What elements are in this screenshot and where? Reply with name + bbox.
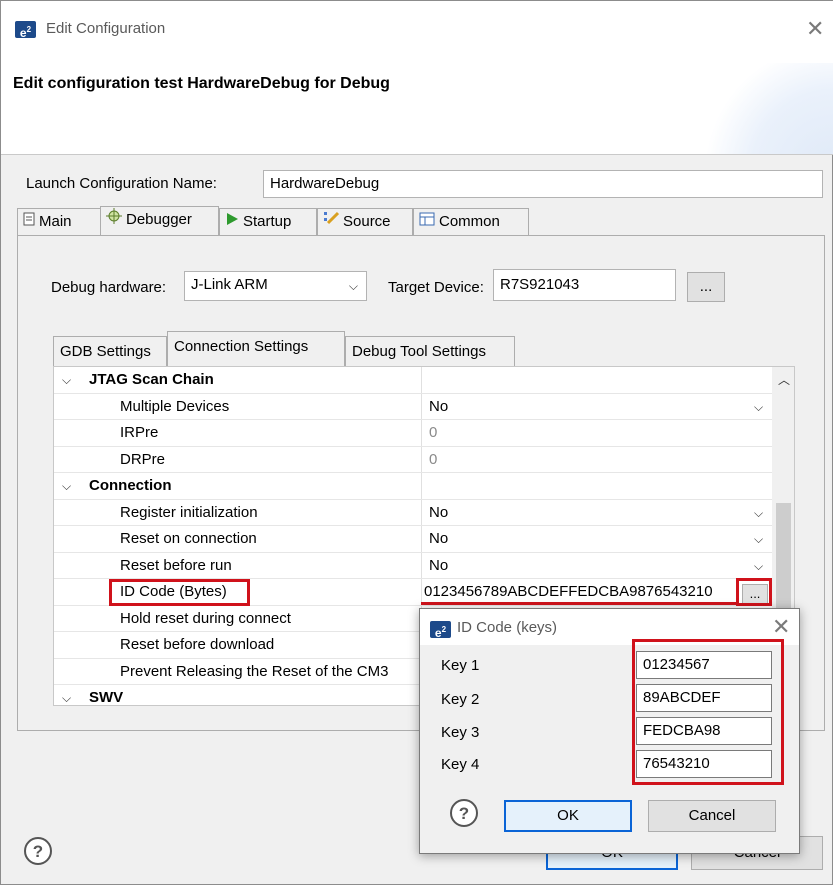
chevron-down-icon[interactable]: ⌵	[754, 559, 763, 574]
section-swv-label: SWV	[89, 689, 124, 706]
close-icon[interactable]: ✕	[806, 18, 824, 40]
key-3-label: Key 3	[441, 724, 480, 741]
edit-configuration-window: e2 Edit Configuration ✕ Edit configurati…	[0, 0, 833, 885]
row-name: Multiple Devices	[120, 397, 230, 415]
tab-main[interactable]: Main	[17, 208, 101, 236]
target-device-input[interactable]: R7S921043	[493, 269, 676, 301]
row-name: Reset on connection	[120, 530, 257, 547]
id-dialog-title: ID Code (keys)	[457, 619, 558, 636]
target-device-label: Target Device:	[388, 279, 484, 296]
row-name: IRPre	[120, 424, 159, 441]
row-value: No	[429, 503, 449, 521]
row-value: No	[429, 556, 449, 574]
row-name: Register initialization	[120, 503, 258, 521]
tab-debugger[interactable]: Debugger	[100, 206, 219, 236]
chevron-down-icon: ⌵	[62, 691, 72, 705]
section-jtag-row[interactable]: ⌵ JTAG Scan Chain	[54, 367, 784, 394]
tab-source[interactable]: Source	[317, 208, 413, 236]
subtab-connection-settings[interactable]: Connection Settings	[167, 331, 345, 366]
close-icon[interactable]: ✕	[772, 616, 790, 638]
launch-name-label: Launch Configuration Name:	[26, 175, 217, 192]
row-name: Reset before run	[120, 556, 232, 574]
row-value: No	[429, 530, 449, 547]
tab-main-label: Main	[39, 213, 72, 230]
page-title: Edit configuration test HardwareDebug fo…	[13, 75, 390, 92]
tab-common-label: Common	[439, 213, 500, 230]
chevron-down-icon: ⌵	[348, 279, 358, 293]
tab-source-label: Source	[343, 213, 391, 230]
help-icon[interactable]: ?	[24, 837, 52, 865]
tab-common[interactable]: Common	[413, 208, 529, 236]
chevron-down-icon[interactable]: ⌵	[754, 506, 763, 521]
row-name: Reset before download	[120, 636, 275, 653]
tab-debugger-label: Debugger	[126, 211, 192, 228]
target-device-browse-button[interactable]: ...	[687, 272, 725, 302]
section-jtag-label: JTAG Scan Chain	[89, 371, 214, 388]
debug-hardware-label: Debug hardware:	[51, 279, 167, 296]
launch-name-input[interactable]: HardwareDebug	[263, 170, 823, 198]
row-value: No	[429, 397, 449, 415]
help-icon[interactable]: ?	[450, 799, 478, 827]
chevron-down-icon: ⌵	[62, 479, 72, 493]
table-row[interactable]: IRPre 0	[54, 420, 784, 447]
table-row[interactable]: DRPre 0	[54, 447, 784, 473]
keys-highlight	[632, 639, 784, 785]
bug-gear-icon	[106, 207, 122, 233]
id-code-dialog: e2 ID Code (keys) ✕ Key 1 01234567 Key 2…	[419, 608, 800, 854]
row-name: DRPre	[120, 450, 166, 468]
table-row[interactable]: Reset on connection No ⌵	[54, 526, 784, 553]
id-code-button-highlight	[736, 578, 772, 606]
section-connection-label: Connection	[89, 477, 172, 494]
window-title: Edit Configuration	[46, 20, 166, 37]
row-name: Hold reset during connect	[120, 609, 291, 627]
row-value: 0	[429, 450, 438, 468]
key-4-label: Key 4	[441, 756, 480, 773]
table-row[interactable]: Register initialization No ⌵	[54, 500, 784, 526]
play-icon	[225, 209, 239, 235]
key-1-label: Key 1	[441, 657, 480, 674]
subtab-gdb-settings[interactable]: GDB Settings	[53, 336, 167, 366]
chevron-down-icon[interactable]: ⌵	[754, 532, 763, 547]
id-dialog-ok-button[interactable]: OK	[504, 800, 632, 832]
table-row[interactable]: Reset before run No ⌵	[54, 553, 784, 579]
main-doc-icon	[23, 209, 35, 235]
tab-startup-label: Startup	[243, 213, 292, 230]
row-value: 0	[429, 424, 438, 441]
chevron-up-icon[interactable]: ︿	[778, 371, 790, 388]
id-code-label-highlight	[109, 579, 250, 606]
debug-hardware-value: J-Link ARM	[191, 276, 268, 293]
source-icon	[323, 209, 340, 235]
id-code-value-underline	[421, 602, 736, 605]
row-name: Prevent Releasing the Reset of the CM3	[120, 662, 389, 680]
common-table-icon	[419, 209, 435, 235]
chevron-down-icon: ⌵	[62, 373, 72, 387]
title-bar: e2 Edit Configuration ✕	[1, 1, 833, 63]
debug-hardware-select[interactable]: J-Link ARM ⌵	[184, 271, 367, 301]
id-dialog-cancel-button[interactable]: Cancel	[648, 800, 776, 832]
subtab-debug-tool-settings[interactable]: Debug Tool Settings	[345, 336, 515, 366]
e2-logo-icon: e2	[430, 621, 451, 640]
e2-logo-icon: e2	[15, 21, 36, 40]
tab-startup[interactable]: Startup	[219, 208, 317, 236]
banner-decoration	[694, 63, 833, 154]
header-banner: Edit configuration test HardwareDebug fo…	[1, 63, 833, 155]
chevron-down-icon[interactable]: ⌵	[754, 400, 763, 415]
section-connection-row[interactable]: ⌵ Connection	[54, 473, 784, 500]
key-2-label: Key 2	[441, 691, 480, 708]
table-row[interactable]: Multiple Devices No ⌵	[54, 394, 784, 420]
